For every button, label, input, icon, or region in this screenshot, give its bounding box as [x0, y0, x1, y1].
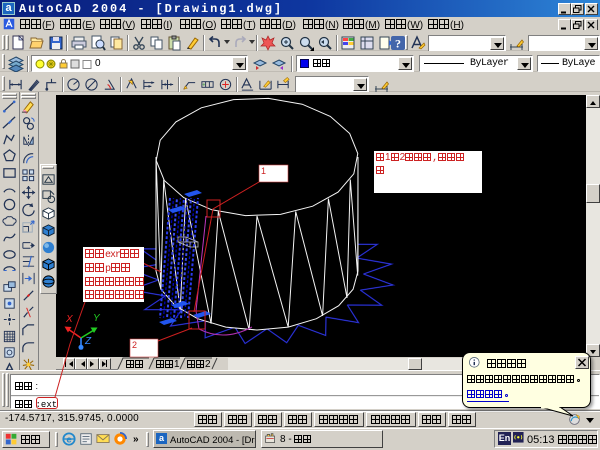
svg-text:?: ? — [395, 37, 401, 51]
svg-text:e: e — [66, 435, 72, 446]
